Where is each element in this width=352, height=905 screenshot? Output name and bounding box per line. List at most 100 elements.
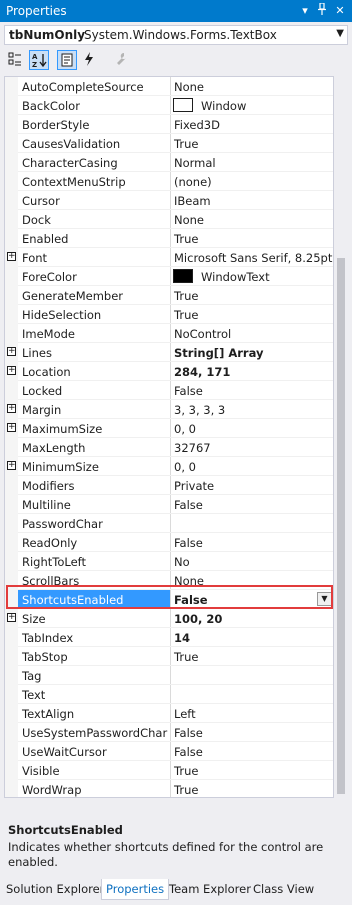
events-button[interactable] [80,50,100,70]
property-value[interactable]: Microsoft Sans Serif, 8.25pt [174,251,332,265]
property-value[interactable]: 14 [174,631,190,645]
property-value[interactable]: True [174,650,198,664]
property-row[interactable]: AutoCompleteSource None [5,77,333,96]
property-value[interactable]: False [174,726,203,740]
property-row[interactable]: CausesValidation True [5,134,333,153]
properties-button[interactable] [57,50,77,70]
property-pages-button[interactable] [112,50,132,70]
property-row[interactable]: ScrollBars None [5,571,333,590]
property-value[interactable]: NoControl [174,327,231,341]
property-value[interactable]: (none) [174,175,212,189]
property-row[interactable]: + Lines String[] Array [5,343,333,362]
property-row[interactable]: Text [5,685,333,704]
property-row[interactable]: Locked False [5,381,333,400]
expand-plus-icon[interactable]: + [7,252,16,261]
property-row[interactable]: TabStop True [5,647,333,666]
property-row[interactable]: Tag [5,666,333,685]
property-row[interactable]: Modifiers Private [5,476,333,495]
window-position-dropdown-icon[interactable]: ▾ [298,3,312,18]
property-name: GenerateMember [22,289,124,303]
property-value[interactable]: Normal [174,156,216,170]
property-row[interactable]: ImeMode NoControl [5,324,333,343]
property-value[interactable]: WindowText [201,270,270,284]
property-value[interactable]: True [174,783,198,797]
property-value[interactable]: Fixed3D [174,118,220,132]
categorized-icon [8,52,21,66]
property-row[interactable]: GenerateMember True [5,286,333,305]
property-value[interactable]: None [174,213,204,227]
property-value[interactable]: IBeam [174,194,211,208]
property-row[interactable]: UseSystemPasswordChar False [5,723,333,742]
close-icon[interactable]: ✕ [333,3,347,18]
expand-plus-icon[interactable]: + [7,366,16,375]
property-value[interactable]: 0, 0 [174,422,196,436]
chevron-down-icon[interactable]: ▼ [336,28,344,39]
expand-plus-icon[interactable]: + [7,613,16,622]
property-row[interactable]: BorderStyle Fixed3D [5,115,333,134]
chevron-down-icon[interactable]: ▼ [317,592,332,606]
categorized-button[interactable] [6,50,26,70]
tab-properties[interactable]: Properties [101,879,170,900]
property-value[interactable]: True [174,764,198,778]
property-value[interactable]: None [174,574,204,588]
property-value[interactable]: None [174,80,204,94]
property-row[interactable]: WordWrap True [5,780,333,797]
property-row[interactable]: CharacterCasing Normal [5,153,333,172]
property-name: ReadOnly [22,536,78,550]
property-row[interactable]: RightToLeft No [5,552,333,571]
property-grid[interactable]: AutoCompleteSource None BackColor Window Bor… [4,76,334,798]
property-row[interactable]: ReadOnly False [5,533,333,552]
property-row[interactable]: ForeColor WindowText [5,267,333,286]
property-row[interactable]: Cursor IBeam [5,191,333,210]
property-value[interactable]: False [174,384,203,398]
expand-plus-icon[interactable]: + [7,461,16,470]
property-value[interactable]: No [174,555,190,569]
scrollbar-thumb[interactable] [337,258,345,794]
property-row[interactable]: + Margin 3, 3, 3, 3 [5,400,333,419]
property-row[interactable]: + Font Microsoft Sans Serif, 8.25pt [5,248,333,267]
pin-icon[interactable] [315,2,329,18]
expand-plus-icon[interactable]: + [7,423,16,432]
property-row[interactable]: Visible True [5,761,333,780]
property-value[interactable]: False [174,498,203,512]
property-row[interactable]: MaxLength 32767 [5,438,333,457]
alphabetical-button[interactable]: AZ [29,50,49,70]
expand-plus-icon[interactable]: + [7,347,16,356]
property-value[interactable]: False [174,745,203,759]
property-value[interactable]: 0, 0 [174,460,196,474]
tab-team-explorer[interactable]: Team Explorer [165,879,255,899]
object-selector[interactable]: tbNumOnly System.Windows.Forms.TextBox ▼ [4,25,348,45]
property-row[interactable]: + MinimumSize 0, 0 [5,457,333,476]
tab-class-view[interactable]: Class View [249,879,318,899]
property-row[interactable]: ShortcutsEnabled False ▼ [5,590,333,609]
property-value[interactable]: True [174,137,198,151]
property-value[interactable]: 3, 3, 3, 3 [174,403,225,417]
property-value[interactable]: False [174,593,208,607]
property-value[interactable]: Private [174,479,214,493]
property-row[interactable]: BackColor Window [5,96,333,115]
property-value[interactable]: False [174,536,203,550]
property-value[interactable]: 100, 20 [174,612,222,626]
property-row[interactable]: + Location 284, 171 [5,362,333,381]
property-row[interactable]: PasswordChar [5,514,333,533]
property-row[interactable]: TextAlign Left [5,704,333,723]
property-value[interactable]: String[] Array [174,346,263,360]
property-value[interactable]: 32767 [174,441,211,455]
property-row[interactable]: Dock None [5,210,333,229]
property-value[interactable]: Left [174,707,196,721]
property-row[interactable]: Multiline False [5,495,333,514]
property-row[interactable]: ContextMenuStrip (none) [5,172,333,191]
property-row[interactable]: TabIndex 14 [5,628,333,647]
property-value[interactable]: True [174,289,198,303]
property-value[interactable]: True [174,308,198,322]
tab-solution-explorer[interactable]: Solution Explorer [2,879,108,899]
property-row[interactable]: + Size 100, 20 [5,609,333,628]
property-value[interactable]: Window [201,99,246,113]
property-row[interactable]: UseWaitCursor False [5,742,333,761]
property-value[interactable]: True [174,232,198,246]
property-row[interactable]: + MaximumSize 0, 0 [5,419,333,438]
property-value[interactable]: 284, 171 [174,365,230,379]
property-row[interactable]: HideSelection True [5,305,333,324]
property-row[interactable]: Enabled True [5,229,333,248]
expand-plus-icon[interactable]: + [7,404,16,413]
